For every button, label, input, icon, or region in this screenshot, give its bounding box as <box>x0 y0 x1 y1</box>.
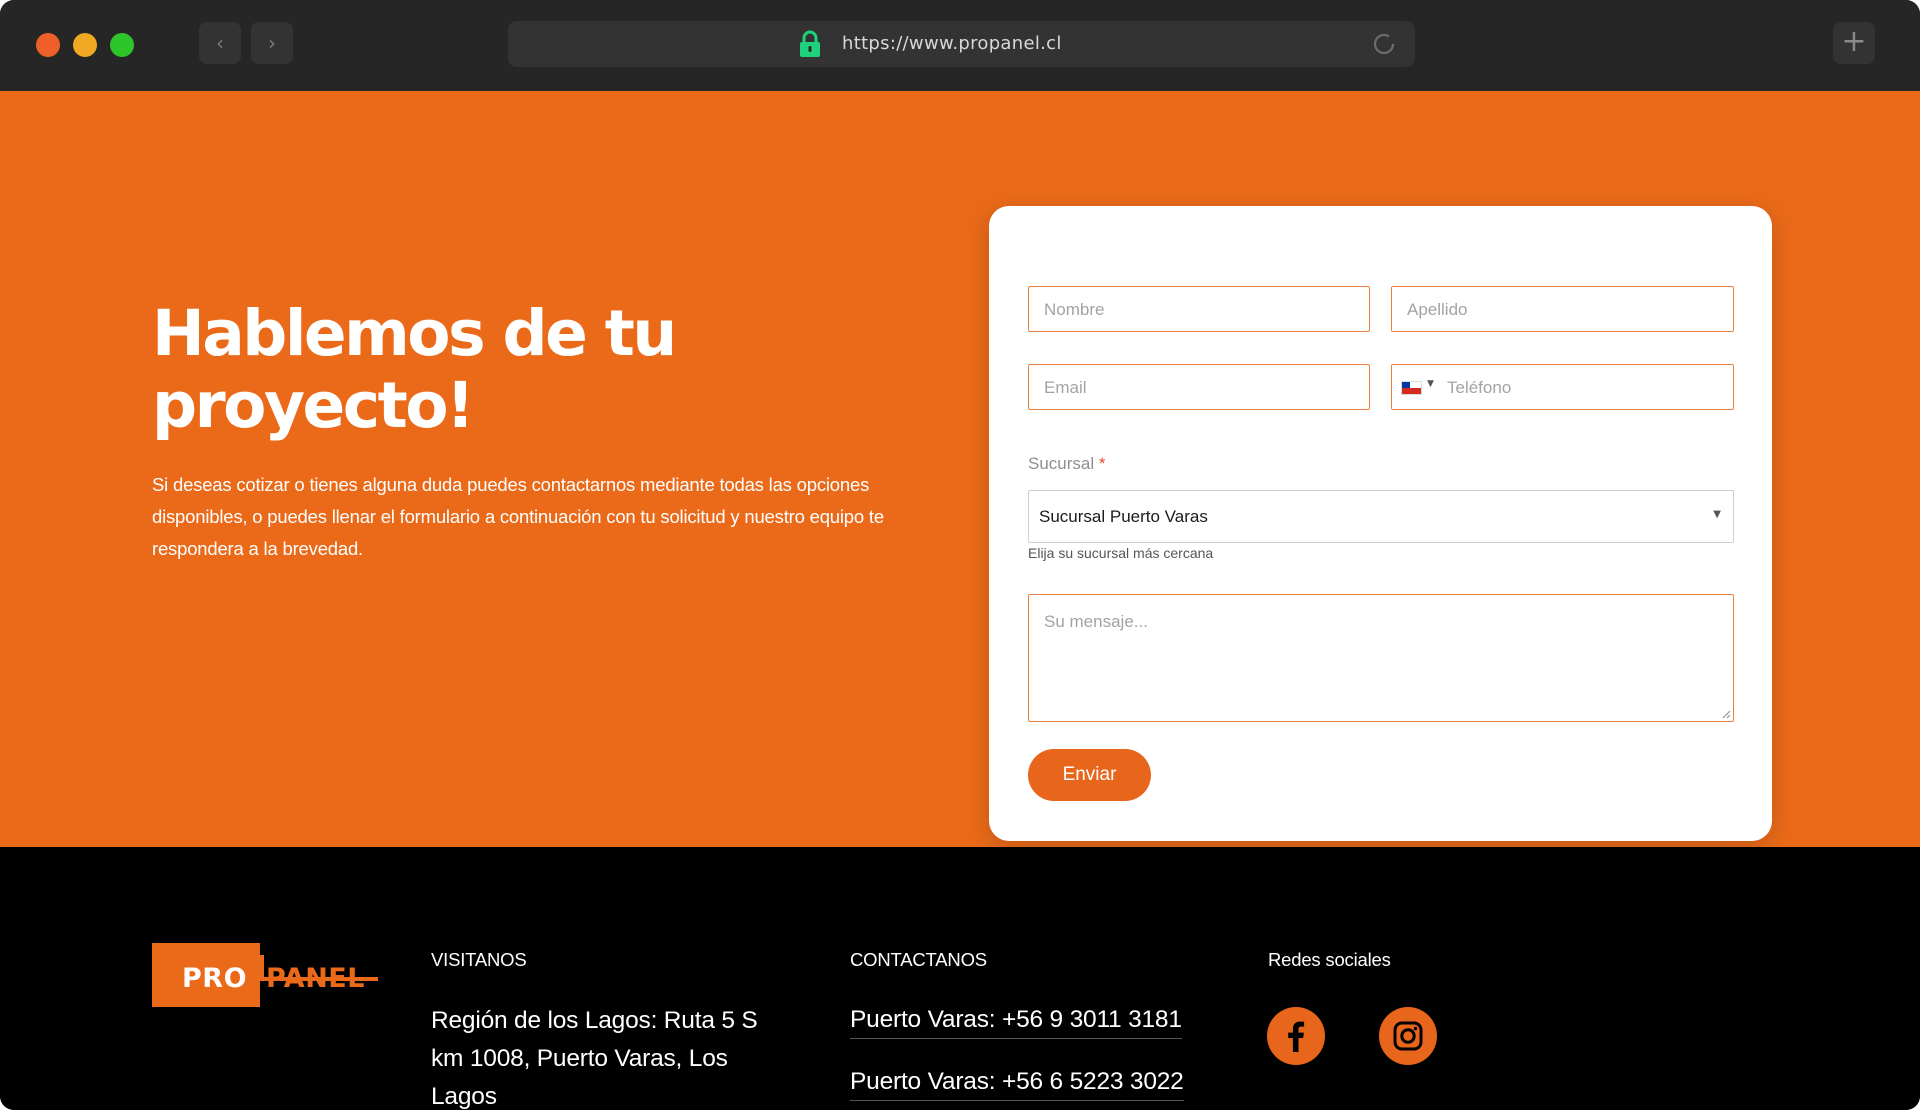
browser-toolbar: ‹ › https://www.propanel.cl + <box>0 0 1920 91</box>
phone-link-2[interactable]: Puerto Varas: +56 6 5223 3022 <box>850 1067 1184 1101</box>
instagram-link[interactable] <box>1379 1007 1437 1065</box>
telefono-placeholder: Teléfono <box>1447 378 1512 397</box>
apellido-input[interactable]: Apellido <box>1391 286 1734 332</box>
svg-text:PANEL: PANEL <box>266 963 365 994</box>
redes-sociales-heading: Redes sociales <box>1268 949 1391 970</box>
lock-icon <box>800 30 820 57</box>
address-bar[interactable]: https://www.propanel.cl <box>508 21 1415 67</box>
facebook-link[interactable] <box>1267 1007 1325 1065</box>
browser-window: ‹ › https://www.propanel.cl + Hablemos d… <box>0 0 1920 1110</box>
address-link[interactable]: Región de los Lagos: Ruta 5 S km 1008, P… <box>431 1002 796 1110</box>
chile-flag-icon[interactable] <box>1401 381 1422 395</box>
close-window-button[interactable] <box>36 33 60 57</box>
nombre-input[interactable]: Nombre <box>1028 286 1370 332</box>
back-button[interactable]: ‹ <box>199 22 241 64</box>
required-mark: * <box>1098 454 1106 473</box>
url-text: https://www.propanel.cl <box>842 33 1062 54</box>
site-footer: PRO PANEL VISITANOS Región de los Lagos:… <box>0 847 1920 1110</box>
sucursal-select[interactable]: Sucursal Puerto Varas ▼ <box>1028 490 1734 543</box>
chevron-down-icon: ▼ <box>1713 509 1721 520</box>
visitanos-heading: VISITANOS <box>431 949 527 970</box>
reload-icon[interactable] <box>1370 30 1398 58</box>
email-placeholder: Email <box>1044 378 1087 397</box>
chevron-left-icon: ‹ <box>216 31 224 55</box>
telefono-input[interactable]: ▼ Teléfono <box>1391 364 1734 410</box>
chevron-right-icon: › <box>268 31 276 55</box>
new-tab-button[interactable]: + <box>1833 22 1875 64</box>
phone-link-1[interactable]: Puerto Varas: +56 9 3011 3181 <box>850 1005 1182 1039</box>
maximize-window-button[interactable] <box>110 33 134 57</box>
contact-hero-section: Hablemos de tu proyecto! Si deseas cotiz… <box>0 91 1920 847</box>
hero-description: Si deseas cotizar o tienes alguna duda p… <box>152 474 884 559</box>
facebook-icon <box>1288 1021 1305 1052</box>
sucursal-hint: Elija su sucursal más cercana <box>1028 545 1214 561</box>
apellido-placeholder: Apellido <box>1407 300 1468 319</box>
contact-form-card: Nombre Apellido Email ▼ Teléfono Sucursa… <box>989 206 1772 841</box>
svg-text:PRO: PRO <box>182 963 247 994</box>
sucursal-label: Sucursal * <box>1028 454 1106 473</box>
forward-button[interactable]: › <box>251 22 293 64</box>
minimize-window-button[interactable] <box>73 33 97 57</box>
nombre-placeholder: Nombre <box>1044 300 1105 319</box>
message-textarea[interactable]: Su mensaje... <box>1028 594 1734 722</box>
sucursal-selected-value: Sucursal Puerto Varas <box>1039 507 1208 526</box>
page-title: Hablemos de tu proyecto! <box>152 297 677 442</box>
plus-icon: + <box>1841 24 1867 59</box>
resize-handle-icon[interactable] <box>1722 710 1731 719</box>
enviar-button[interactable]: Enviar <box>1028 749 1151 801</box>
country-dropdown-caret-icon[interactable]: ▼ <box>1427 379 1434 389</box>
instagram-icon <box>1393 1021 1423 1051</box>
message-placeholder: Su mensaje... <box>1044 612 1148 631</box>
email-input[interactable]: Email <box>1028 364 1370 410</box>
contactanos-heading: CONTACTANOS <box>850 949 987 970</box>
propanel-logo[interactable]: PRO PANEL <box>152 943 378 1007</box>
